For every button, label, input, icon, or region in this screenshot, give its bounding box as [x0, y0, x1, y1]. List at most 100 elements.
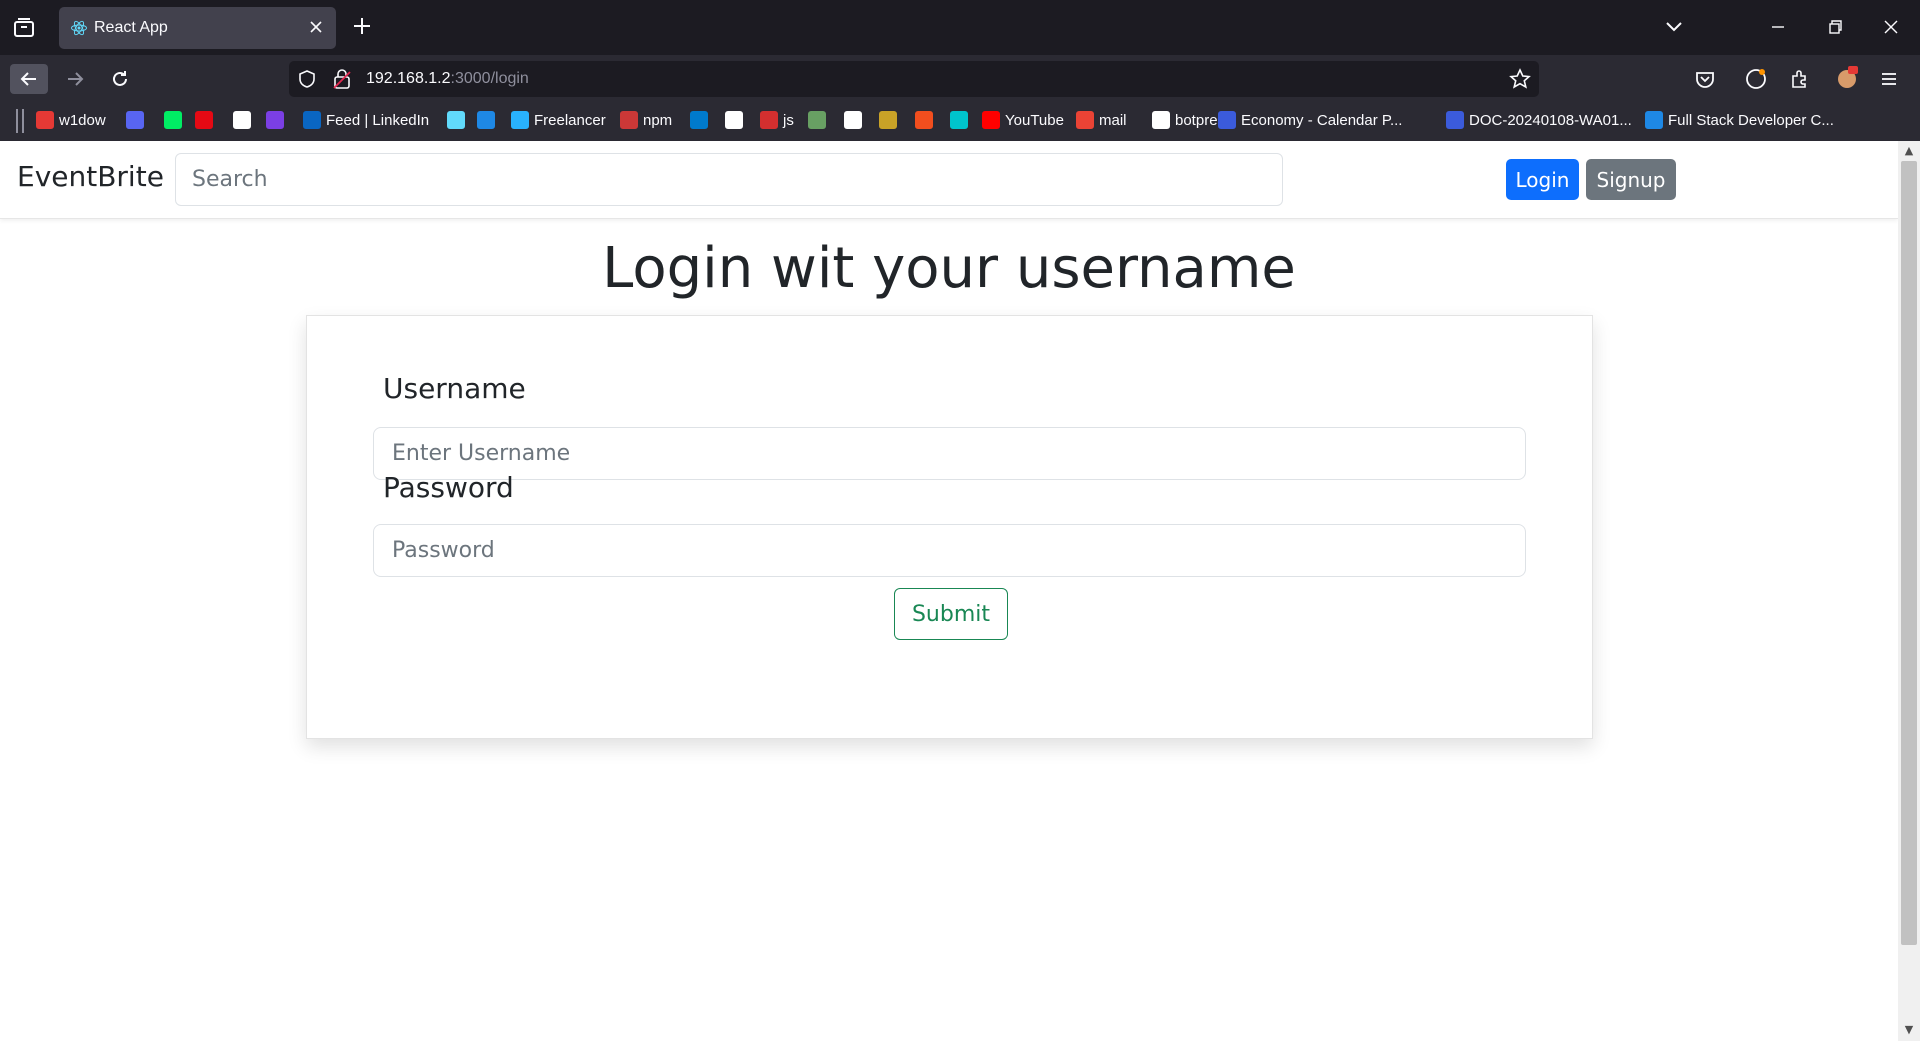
canva-icon	[1218, 111, 1236, 129]
scroll-up-icon[interactable]: ▲	[1902, 144, 1916, 158]
login-button[interactable]: Login	[1506, 159, 1579, 200]
bookmark-item[interactable]: mail	[1076, 111, 1127, 129]
password-input[interactable]	[373, 524, 1526, 577]
ist-icon	[1645, 111, 1663, 129]
page-scrollbar[interactable]: ▲ ▼	[1898, 141, 1920, 1041]
bookmark-item[interactable]	[879, 111, 897, 129]
gmail-icon	[1076, 111, 1094, 129]
url-path: :3000/login	[450, 70, 529, 87]
insecure-lock-icon[interactable]	[332, 68, 352, 90]
search-input[interactable]	[175, 153, 1283, 206]
bookmarks-separator	[22, 109, 24, 133]
netflix-icon	[195, 111, 213, 129]
close-window-icon[interactable]	[1877, 13, 1905, 41]
back-button[interactable]	[10, 64, 48, 94]
bookmark-item[interactable]: Freelancer	[511, 111, 606, 129]
bookmark-label: npm	[643, 111, 673, 129]
bookmark-label: mail	[1099, 111, 1127, 129]
bookmark-item[interactable]	[844, 111, 862, 129]
url-text: 192.168.1.2:3000/login	[366, 70, 529, 88]
figma-icon	[915, 111, 933, 129]
username-label: Username	[383, 372, 526, 405]
react-icon	[71, 20, 87, 36]
bookmark-label: Freelancer	[534, 111, 606, 129]
tab-title: React App	[94, 19, 168, 36]
bookmark-item[interactable]: DOC-20240108-WA01...	[1446, 111, 1632, 129]
bookmark-label: Full Stack Developer C...	[1668, 111, 1834, 129]
bookmark-label: YouTube	[1005, 111, 1064, 129]
bookmark-item[interactable]: Full Stack Developer C...	[1645, 111, 1834, 129]
scrollbar-thumb[interactable]	[1901, 161, 1917, 945]
react-icon	[447, 111, 465, 129]
bookmark-item[interactable]	[164, 111, 182, 129]
bookmark-star-icon[interactable]	[1509, 68, 1531, 90]
freelancer-icon	[511, 111, 529, 129]
username-input[interactable]	[373, 427, 1526, 480]
firefox-account-icon[interactable]	[1744, 67, 1768, 91]
bookmark-item[interactable]	[950, 111, 968, 129]
restore-icon[interactable]	[1821, 13, 1849, 41]
forward-button[interactable]	[56, 64, 94, 94]
brand-logo[interactable]: EventBrite	[17, 160, 164, 193]
vscode-icon	[690, 111, 708, 129]
wordpress-icon	[844, 111, 862, 129]
profile-avatar-icon[interactable]	[1834, 64, 1860, 90]
bookmark-label: Economy - Calendar P...	[1241, 111, 1403, 129]
cloud-icon	[477, 111, 495, 129]
new-tab-icon[interactable]	[350, 14, 374, 38]
page-title: Login wit your username	[602, 236, 1296, 301]
menu-icon[interactable]	[1878, 68, 1900, 90]
github-icon	[725, 111, 743, 129]
bookmark-item[interactable]	[725, 111, 743, 129]
bookmark-item[interactable]: Economy - Calendar P...	[1218, 111, 1402, 129]
share-icon	[1152, 111, 1170, 129]
bookmark-item[interactable]: YouTube	[982, 111, 1064, 129]
app-navbar: EventBrite Login Signup	[0, 141, 1898, 219]
bookmark-item[interactable]	[690, 111, 708, 129]
w1dow-icon	[36, 111, 54, 129]
hat-icon	[879, 111, 897, 129]
bookmark-label: DOC-20240108-WA01...	[1469, 111, 1632, 129]
reload-icon	[113, 71, 127, 86]
youtube-icon	[982, 111, 1000, 129]
bookmark-item[interactable]	[447, 111, 465, 129]
js-icon	[760, 111, 778, 129]
bookmarks-toolbar: w1dow Feed | LinkedIn Freelancer npm js YouTu…	[0, 100, 1920, 141]
submit-button[interactable]: Submit	[894, 588, 1008, 640]
password-label: Password	[383, 471, 514, 504]
npm-icon	[620, 111, 638, 129]
signup-button[interactable]: Signup	[1586, 159, 1676, 200]
browser-tab-bar: React App	[0, 0, 1920, 55]
close-tab-icon[interactable]	[306, 17, 326, 37]
login-card: Username Password Submit	[306, 315, 1593, 739]
bookmark-label: Feed | LinkedIn	[326, 111, 430, 129]
bookmark-item[interactable]: w1dow	[36, 111, 106, 129]
extensions-icon[interactable]	[1788, 68, 1810, 90]
app-icon	[266, 111, 284, 129]
shield-icon[interactable]	[297, 69, 317, 89]
pocket-icon[interactable]	[1694, 68, 1716, 90]
bookmark-item[interactable]	[915, 111, 933, 129]
bookmarks-separator	[16, 109, 18, 133]
bookmark-item[interactable]	[266, 111, 284, 129]
reload-button[interactable]	[101, 64, 139, 94]
bookmark-item[interactable]: npm	[620, 111, 672, 129]
browser-tab-react-app[interactable]: React App	[59, 7, 336, 49]
pulse-icon	[233, 111, 251, 129]
mongodb-icon	[164, 111, 182, 129]
minimize-icon[interactable]	[1764, 13, 1792, 41]
scroll-down-icon[interactable]: ▼	[1902, 1023, 1916, 1037]
bookmark-item[interactable]	[126, 111, 144, 129]
chevron-down-icon[interactable]	[1662, 14, 1686, 38]
canva-icon	[1446, 111, 1464, 129]
bookmark-item[interactable]: js	[760, 111, 794, 129]
bookmark-item[interactable]	[195, 111, 213, 129]
discord-icon	[126, 111, 144, 129]
bookmark-item[interactable]: Feed | LinkedIn	[303, 111, 429, 129]
bookmark-item[interactable]	[808, 111, 826, 129]
url-bar[interactable]: 192.168.1.2:3000/login	[289, 61, 1539, 97]
tab-list-icon[interactable]	[10, 14, 38, 42]
canva-icon	[950, 111, 968, 129]
bookmark-item[interactable]	[233, 111, 251, 129]
bookmark-item[interactable]	[477, 111, 495, 129]
